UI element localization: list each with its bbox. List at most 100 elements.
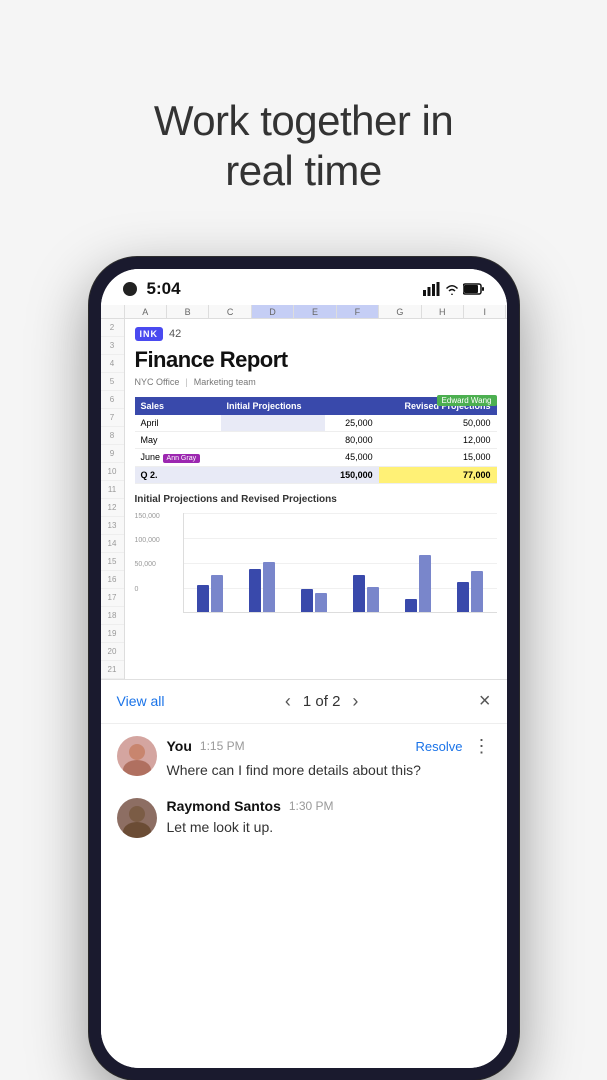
row-june-revised: 15,000: [379, 448, 497, 466]
bar-dark-5: [405, 599, 417, 612]
message-time-1: 1:15 PM: [200, 739, 245, 753]
bar-dark-3: [301, 589, 313, 612]
headline-line1: Work together in: [154, 97, 453, 144]
col-a: A: [125, 305, 167, 318]
row-june-initial-val: 45,000: [325, 448, 379, 466]
headline-line2: real time: [225, 147, 382, 194]
sheet-content: INK 42 Finance Report NYC Office | Marke…: [125, 319, 507, 679]
message-content-1: You 1:15 PM Resolve ⋮ Where can I find m…: [167, 736, 491, 781]
prev-arrow-button[interactable]: ‹: [285, 691, 291, 712]
bar-light-1: [211, 575, 223, 612]
status-icons: [423, 282, 485, 296]
phone-shell: 5:04: [89, 257, 519, 1080]
y-label-150: 150,000: [135, 513, 179, 520]
message-text-2: Let me look it up.: [167, 818, 491, 838]
row-april-initial: [221, 415, 326, 432]
more-button-1[interactable]: ⋮: [473, 736, 491, 757]
row-q2-initial-cell: [221, 466, 326, 483]
spreadsheet-area: A B C D E F G H I 2 3 4 5 6 7 8: [101, 305, 507, 680]
report-logo-badge: INK: [135, 327, 164, 341]
battery-icon: [463, 283, 485, 295]
y-label-100: 100,000: [135, 537, 179, 544]
chat-message-2: Raymond Santos 1:30 PM Let me look it up…: [117, 798, 491, 838]
bar-light-5: [419, 555, 431, 612]
row-may-label: May: [135, 431, 221, 448]
bar-light-6: [471, 571, 483, 612]
table-row: April 25,000 50,000: [135, 415, 497, 432]
chat-messages: You 1:15 PM Resolve ⋮ Where can I find m…: [101, 724, 507, 1068]
col-e: E: [294, 305, 336, 318]
th-initial: Initial Projections: [221, 397, 326, 415]
bar-group-6: [444, 571, 496, 612]
report-logo-row: INK 42: [135, 327, 497, 341]
table-row: May 80,000 12,000: [135, 431, 497, 448]
report-table: Sales Initial Projections Revised Projec…: [135, 397, 497, 484]
row-april-label: April: [135, 415, 221, 432]
ann-gray-tag: Ann Gray: [163, 454, 201, 463]
col-i: I: [464, 305, 506, 318]
phone-screen: 5:04: [101, 269, 507, 1068]
bar-dark-4: [353, 575, 365, 612]
bar-group-3: [288, 589, 340, 612]
bar-dark-6: [457, 582, 469, 612]
row-may-initial-cell: [221, 431, 326, 448]
avatar-you: [117, 736, 157, 776]
message-header-2: Raymond Santos 1:30 PM: [167, 798, 491, 814]
row-q2-revised: 77,000: [379, 466, 497, 483]
message-author-1: You: [167, 738, 192, 754]
bar-group-1: [184, 575, 236, 612]
next-arrow-button[interactable]: ›: [352, 691, 358, 712]
headline: Work together in real time: [154, 48, 453, 227]
report-team: Marketing team: [194, 377, 256, 387]
wifi-icon: [444, 283, 460, 295]
row-may-initial-val: 80,000: [325, 431, 379, 448]
table-row: June Ann Gray 45,000 15,000: [135, 448, 497, 466]
col-c: C: [209, 305, 251, 318]
row-q2-initial-val: 150,000: [325, 466, 379, 483]
row-may-revised: 12,000: [379, 431, 497, 448]
view-all-button[interactable]: View all: [117, 693, 165, 709]
report-subtitle: NYC Office | Marketing team: [135, 377, 497, 387]
sheet-col-headers: A B C D E F G H I: [101, 305, 507, 319]
bar-group-2: [236, 562, 288, 612]
row-june-label: June Ann Gray: [135, 448, 221, 466]
bar-light-3: [315, 593, 327, 612]
y-label-0: 0: [135, 586, 179, 593]
status-bar: 5:04: [101, 269, 507, 305]
y-label-50: 50,000: [135, 561, 179, 568]
row-june-initial-cell: [221, 448, 326, 466]
table-row-total: Q 2. 150,000 77,000: [135, 466, 497, 483]
nav-count: 1 of 2: [303, 693, 341, 710]
col-b: B: [167, 305, 209, 318]
subtitle-divider: |: [185, 377, 187, 387]
row-q2-label: Q 2.: [135, 466, 221, 483]
signal-icon: [423, 282, 441, 296]
th-empty: [325, 397, 379, 415]
col-f: F: [337, 305, 379, 318]
chart-area: 150,000 100,000 50,000 0: [135, 513, 497, 613]
col-g: G: [379, 305, 421, 318]
chart-section: Initial Projections and Revised Projecti…: [135, 494, 497, 613]
chart-y-labels: 150,000 100,000 50,000 0: [135, 513, 179, 593]
row-april-initial-val: 25,000: [325, 415, 379, 432]
message-content-2: Raymond Santos 1:30 PM Let me look it up…: [167, 798, 491, 838]
report-office: NYC Office: [135, 377, 180, 387]
camera-dot: [123, 282, 137, 296]
chart-title: Initial Projections and Revised Projecti…: [135, 494, 497, 505]
row-april-revised: 50,000: [379, 415, 497, 432]
resolve-button[interactable]: Resolve: [416, 739, 463, 754]
message-author-2: Raymond Santos: [167, 798, 281, 814]
th-sales: Sales: [135, 397, 221, 415]
bar-light-2: [263, 562, 275, 612]
report-title: Finance Report: [135, 347, 497, 373]
status-time: 5:04: [147, 279, 181, 299]
col-h: H: [422, 305, 464, 318]
close-button[interactable]: ×: [479, 690, 491, 713]
bar-light-4: [367, 587, 379, 612]
chart-bars-wrapper: [183, 513, 497, 613]
message-actions-1: Resolve ⋮: [416, 736, 491, 757]
nav-controls: ‹ 1 of 2 ›: [285, 691, 359, 712]
sheet-row-nums: 2 3 4 5 6 7 8 9 10 11 12 13 14 15 16 17: [101, 319, 125, 679]
sheet-body: 2 3 4 5 6 7 8 9 10 11 12 13 14 15 16 17: [101, 319, 507, 679]
bar-group-5: [392, 555, 444, 612]
